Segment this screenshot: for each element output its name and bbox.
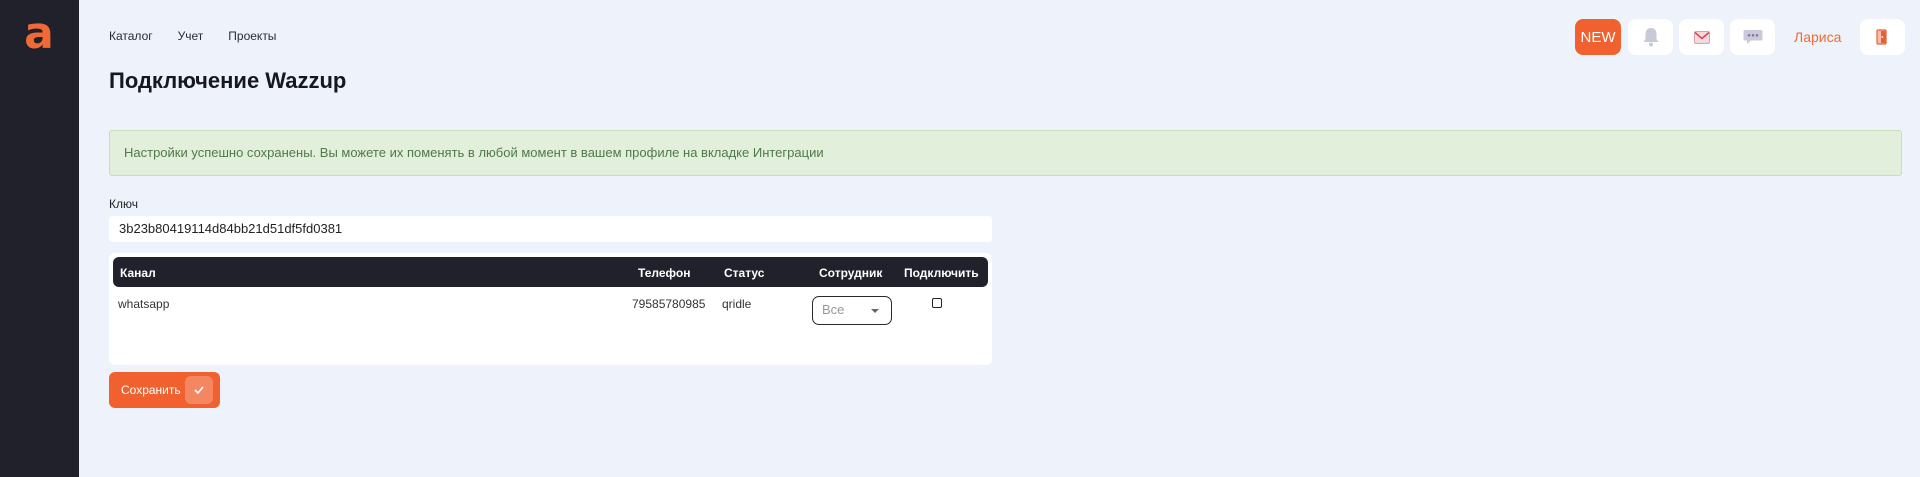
- new-button[interactable]: NEW: [1575, 19, 1621, 55]
- nav-item-accounting[interactable]: Учет: [178, 29, 204, 43]
- nav-item-projects[interactable]: Проекты: [228, 29, 276, 43]
- cell-status: qridle: [722, 297, 752, 311]
- bell-icon: [1643, 28, 1658, 47]
- key-input[interactable]: 3b23b80419114d84bb21d51df5fd0381: [109, 216, 992, 242]
- save-button[interactable]: Сохранить: [109, 372, 220, 408]
- column-header-employee: Сотрудник: [819, 266, 883, 280]
- notifications-button[interactable]: [1628, 19, 1673, 55]
- nav-item-catalog[interactable]: Каталог: [109, 29, 153, 43]
- column-header-channel: Канал: [120, 266, 156, 280]
- save-button-label: Сохранить: [121, 383, 181, 397]
- user-name[interactable]: Лариса: [1794, 29, 1841, 45]
- chat-icon: [1743, 30, 1762, 44]
- check-icon: [185, 376, 213, 404]
- key-label: Ключ: [109, 197, 138, 211]
- cell-channel: whatsapp: [118, 297, 170, 311]
- column-header-phone: Телефон: [638, 266, 691, 280]
- logout-button[interactable]: [1860, 19, 1906, 55]
- employee-select[interactable]: Все: [812, 296, 892, 325]
- logo[interactable]: a: [19, 12, 59, 56]
- channels-table: Канал Телефон Статус Сотрудник Подключит…: [109, 253, 992, 365]
- top-nav: Каталог Учет Проекты: [109, 29, 276, 43]
- header-toolbar: NEW Лариса: [1575, 19, 1906, 55]
- page-title: Подключение Wazzup: [109, 68, 347, 93]
- messages-button[interactable]: [1679, 19, 1724, 55]
- success-alert: Настройки успешно сохранены. Вы можете и…: [109, 130, 1902, 176]
- chat-button[interactable]: [1730, 19, 1775, 55]
- chevron-down-icon: [871, 309, 879, 313]
- column-header-connect: Подключить: [904, 266, 979, 280]
- logout-icon: [1876, 29, 1887, 45]
- sidebar: a: [0, 0, 79, 477]
- column-header-status: Статус: [724, 266, 765, 280]
- connect-checkbox[interactable]: [932, 298, 942, 308]
- table-header: Канал Телефон Статус Сотрудник Подключит…: [113, 257, 988, 287]
- cell-phone: 79585780985: [632, 297, 706, 311]
- employee-select-value: Все: [822, 302, 845, 317]
- mail-icon: [1693, 30, 1710, 44]
